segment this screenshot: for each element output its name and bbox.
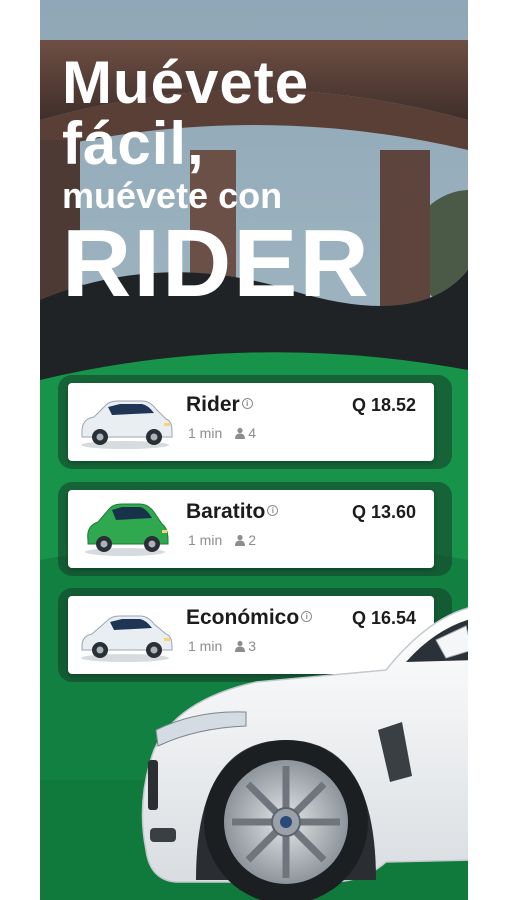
ride-seats: 2 (248, 532, 257, 548)
brand-name: RIDER (62, 210, 371, 317)
headline-line-1: Muévete (62, 49, 310, 116)
info-icon[interactable]: i (241, 397, 253, 409)
white-suv-photo (141, 607, 468, 900)
ride-meta: 1 min 4 (188, 425, 256, 441)
ride-price: Q 18.52 (351, 395, 416, 415)
green-compact-car-icon (85, 503, 169, 556)
ride-option-baratito[interactable]: Baratito i Q 13.60 1 min 2 (68, 490, 434, 568)
ride-option-rider[interactable]: Rider i Q 18.52 1 min 4 (68, 383, 434, 461)
headline-line-2: fácil, (62, 110, 205, 177)
ride-price: Q 13.60 (351, 502, 416, 522)
ride-seats: 4 (248, 425, 257, 441)
ride-name: Baratito i (186, 500, 279, 524)
promo-screen: Muévete fácil, muévete con RIDER Rider i … (40, 0, 468, 900)
ride-name-label: Baratito (186, 500, 266, 523)
person-icon (235, 427, 246, 439)
person-icon (235, 534, 246, 546)
ride-meta: 1 min 2 (188, 532, 256, 548)
ride-eta: 1 min (188, 532, 223, 548)
white-suv-icon (81, 400, 173, 449)
ride-name-label: Rider (186, 393, 240, 416)
ride-eta: 1 min (188, 425, 223, 441)
headline: Muévete fácil, muévete con RIDER (62, 52, 371, 312)
info-icon[interactable]: i (267, 504, 279, 516)
ride-name: Rider i (186, 393, 253, 417)
